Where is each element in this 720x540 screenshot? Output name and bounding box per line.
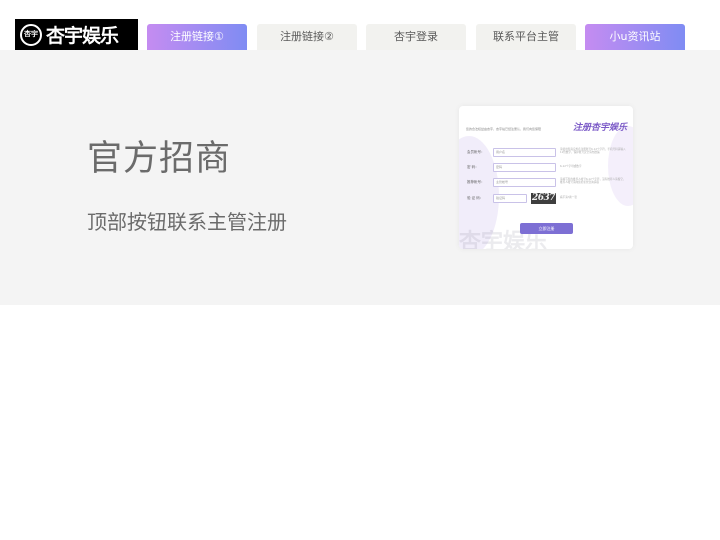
nav-contact-manager[interactable]: 联系平台主管 [476, 24, 576, 50]
page: 杏宇 杏宇娱乐 注册链接① 注册链接② 杏宇登录 联系平台主管 小u资讯站 官方… [0, 0, 720, 540]
banner-title: 官方招商 [87, 139, 232, 179]
nav-register-link-1[interactable]: 注册链接① [147, 24, 247, 50]
nav-register-link-2[interactable]: 注册链接② [257, 24, 357, 50]
banner-subtitle: 顶部按钮联系主管注册 [87, 210, 287, 234]
form-intro: 您的合法权益由杏宇，杏宇站已经注册认，我们向您保障 [466, 127, 542, 131]
field-label: 验 证 码： [467, 196, 484, 200]
form-row-referrer: 推荐帐号： 主管帐号 请填写您的推荐人帐号6-12个字符，没有推荐人请留空，推荐… [459, 177, 633, 189]
nav-login[interactable]: 杏宇登录 [366, 24, 466, 50]
form-row-captcha: 验 证 码： 验证码 2637 看不清?换一张 [459, 193, 633, 205]
captcha-refresh-link[interactable]: 看不清?换一张 [560, 196, 626, 199]
registration-form-preview: 杏宇娱乐 注册杏宇娱乐 您的合法权益由杏宇，杏宇站已经注册认，我们向您保障 会员… [459, 106, 633, 249]
referrer-input[interactable]: 主管帐号 [493, 178, 556, 187]
logo-text: 杏宇娱乐 [46, 25, 119, 47]
field-hint: 请使用您真实姓名注册账号6-12个字符，手机号码请输入11位数字，保护账号安全请… [560, 148, 626, 155]
field-hint: 6-12个字母或数字 [560, 165, 582, 168]
field-hint: 请填写您的推荐人帐号6-12个字符，没有推荐人请留空，推荐人帐号请向您的主管咨询… [560, 178, 626, 185]
field-label: 推荐帐号： [467, 180, 485, 184]
site-logo[interactable]: 杏宇 杏宇娱乐 [15, 19, 138, 50]
form-title: 注册杏宇娱乐 [572, 123, 627, 133]
form-row-account: 会员帐号： 用户名 请使用您真实姓名注册账号6-12个字符，手机号码请输入11位… [459, 147, 633, 159]
captcha-image[interactable]: 2637 [531, 193, 556, 204]
captcha-input[interactable]: 验证码 [493, 194, 527, 203]
account-input[interactable]: 用户名 [493, 148, 556, 157]
logo-emblem-icon: 杏宇 [20, 23, 42, 46]
password-input[interactable]: 密码 [493, 163, 556, 172]
field-label: 密 码： [467, 165, 479, 169]
header: 杏宇 杏宇娱乐 注册链接① 注册链接② 杏宇登录 联系平台主管 小u资讯站 [0, 0, 720, 50]
register-submit-button[interactable]: 立即注册 [520, 223, 573, 234]
field-label: 会员帐号： [467, 150, 485, 154]
form-row-password: 密 码： 密码 6-12个字母或数字 [459, 162, 633, 174]
nav-news-station[interactable]: 小u资讯站 [585, 24, 685, 50]
